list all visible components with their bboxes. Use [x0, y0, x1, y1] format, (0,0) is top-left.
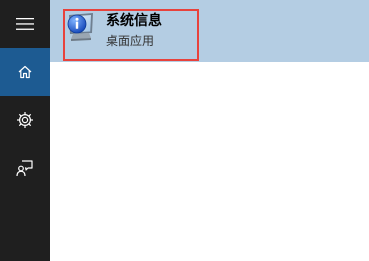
settings-button[interactable]: [0, 96, 50, 144]
system-info-icon: [65, 11, 95, 43]
hamburger-menu-button[interactable]: [0, 0, 50, 48]
home-button[interactable]: [0, 48, 50, 96]
hamburger-menu-icon: [16, 18, 34, 30]
feedback-icon: [16, 160, 33, 177]
settings-gear-icon: [17, 112, 33, 128]
start-sidebar: [0, 0, 50, 261]
result-subtitle: 桌面应用: [106, 34, 155, 48]
result-title: 系统信息: [106, 13, 162, 29]
home-icon: [18, 65, 32, 79]
search-results-panel: 系统信息 桌面应用: [50, 0, 369, 261]
feedback-button[interactable]: [0, 144, 50, 192]
best-match-result[interactable]: 系统信息 桌面应用: [50, 0, 369, 62]
